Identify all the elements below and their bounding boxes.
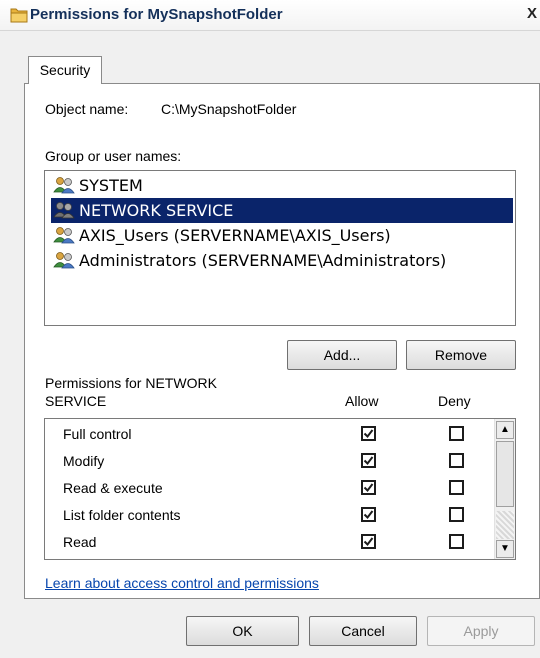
permission-name: Read & execute (63, 480, 163, 496)
scroll-up-arrow-icon[interactable]: ▲ (496, 421, 514, 439)
user-name: NETWORK SERVICE (79, 201, 234, 220)
user-name: SYSTEM (79, 176, 143, 195)
cancel-button[interactable]: Cancel (309, 616, 417, 646)
checkmark-icon (363, 510, 374, 520)
window-title: Permissions for MySnapshotFolder (30, 6, 283, 23)
ok-button[interactable]: OK (186, 616, 299, 646)
allow-checkbox[interactable] (361, 426, 376, 441)
deny-column-header: Deny (438, 393, 471, 409)
scrollbar-track[interactable] (496, 511, 514, 539)
checkmark-icon (363, 456, 374, 466)
scroll-down-arrow-icon[interactable]: ▼ (496, 540, 514, 558)
allow-checkbox[interactable] (361, 507, 376, 522)
deny-checkbox[interactable] (449, 453, 464, 468)
deny-checkbox[interactable] (449, 534, 464, 549)
users-group-icon (53, 252, 75, 269)
allow-checkbox[interactable] (361, 453, 376, 468)
title-bar: Permissions for MySnapshotFolder X (0, 0, 540, 31)
users-group-icon (53, 177, 75, 194)
permission-row-list-folder-contents: List folder contents (45, 502, 485, 529)
permissions-scrollbar[interactable]: ▲ ▼ (494, 419, 515, 559)
permission-row-read-execute: Read & execute (45, 475, 485, 502)
checkmark-icon (363, 483, 374, 493)
users-group-icon (53, 227, 75, 244)
deny-checkbox[interactable] (449, 426, 464, 441)
group-user-names-label: Group or user names: (45, 148, 182, 164)
object-name-value: C:\MySnapshotFolder (161, 101, 297, 117)
permission-name: Modify (63, 453, 105, 469)
close-button[interactable]: X (524, 4, 540, 24)
user-name: AXIS_Users (SERVERNAME\AXIS_Users) (79, 226, 391, 245)
permissions-label-line1: Permissions for NETWORK (45, 375, 217, 391)
deny-checkbox[interactable] (449, 507, 464, 522)
apply-button[interactable]: Apply (427, 616, 535, 646)
permission-name: Read (63, 534, 97, 550)
list-item-axis-users[interactable]: AXIS_Users (SERVERNAME\AXIS_Users) (51, 223, 513, 248)
list-item-network-service[interactable]: NETWORK SERVICE (51, 198, 513, 223)
access-control-help-link[interactable]: Learn about access control and permissio… (45, 575, 319, 591)
scrollbar-thumb[interactable] (496, 441, 514, 507)
allow-checkbox[interactable] (361, 480, 376, 495)
remove-button[interactable]: Remove (406, 340, 516, 370)
users-group-icon (53, 202, 75, 219)
permission-row-modify: Modify (45, 448, 485, 475)
checkmark-icon (363, 429, 374, 439)
group-user-listbox[interactable]: SYSTEM NETWORK SERVICE AXIS_Users (SERVE… (44, 170, 516, 326)
add-button[interactable]: Add... (287, 340, 397, 370)
list-item-system[interactable]: SYSTEM (51, 173, 513, 198)
permission-name: Full control (63, 426, 132, 442)
tab-security[interactable]: Security (28, 56, 102, 84)
user-name: Administrators (SERVERNAME\Administrator… (79, 251, 447, 270)
permission-row-full-control: Full control (45, 421, 485, 448)
list-item-administrators[interactable]: Administrators (SERVERNAME\Administrator… (51, 248, 513, 273)
permission-row-read: Read (45, 529, 485, 556)
deny-checkbox[interactable] (449, 480, 464, 495)
folder-icon (10, 8, 28, 23)
checkmark-icon (363, 537, 374, 547)
allow-checkbox[interactable] (361, 534, 376, 549)
permission-name: List folder contents (63, 507, 181, 523)
object-name-label: Object name: (45, 101, 129, 117)
permissions-label-line2: SERVICE (45, 393, 107, 409)
permissions-list[interactable]: Full control Modify Read & execute List … (44, 418, 516, 560)
allow-column-header: Allow (345, 393, 379, 409)
